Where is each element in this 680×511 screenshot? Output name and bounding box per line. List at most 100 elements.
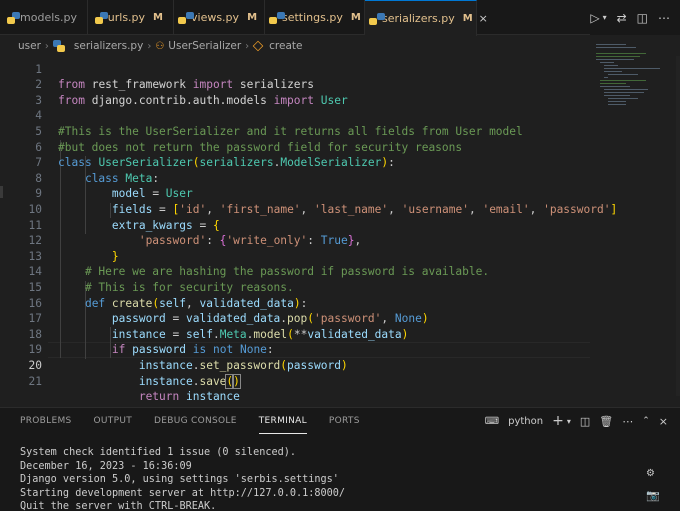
split-editor-icon[interactable]: ◫	[637, 11, 648, 25]
tab-views-py[interactable]: views.py M	[174, 0, 265, 35]
trash-icon[interactable]: 🗑	[599, 415, 613, 428]
minimap-line	[596, 56, 640, 58]
minimap-line	[600, 62, 614, 64]
minimap-line	[600, 86, 630, 88]
terminal-name[interactable]: python	[508, 416, 543, 427]
panel-tabs: PROBLEMS OUTPUT DEBUG CONSOLE TERMINAL P…	[20, 408, 360, 434]
split-terminal-icon[interactable]: ◫	[580, 415, 590, 428]
terminal-line: Django version 5.0, using settings 'serb…	[20, 474, 339, 485]
camera-icon[interactable]: 📷	[646, 489, 660, 502]
minimap-line	[604, 65, 618, 67]
more-actions-icon[interactable]: ⋯	[622, 415, 633, 428]
maximize-panel-icon[interactable]: ⌃	[642, 416, 650, 426]
editor-actions: ▷ ▾ ⇄ ◫ ⋯	[590, 0, 680, 35]
keyword: return	[138, 390, 180, 404]
terminal-line: Starting development server at http://12…	[20, 487, 346, 499]
modified-badge: M	[462, 13, 473, 24]
chevron-down-icon[interactable]: ▾	[603, 13, 607, 22]
close-tab-icon[interactable]: ×	[479, 12, 488, 25]
minimap-line	[604, 89, 648, 91]
terminal-line: System check identified 1 issue (0 silen…	[20, 447, 297, 458]
code-line: 13 # Here we are hashing the password if…	[0, 233, 590, 279]
code-line: 3	[0, 77, 590, 107]
close-panel-icon[interactable]: ×	[659, 415, 668, 428]
editor-scrollbar[interactable]	[676, 56, 680, 396]
modified-badge: M	[350, 12, 361, 23]
new-terminal-icon[interactable]: +	[552, 413, 564, 429]
code-line: 17 instance = self.Meta.model(**validate…	[0, 296, 590, 341]
minimap-line	[604, 77, 608, 79]
code-line: 11 'password': {'write_only': True},	[0, 202, 590, 248]
code-line: 6 class UserSerializer(serializers.Model…	[0, 124, 590, 170]
tab-serializers-py[interactable]: serializers.py M ×	[365, 0, 488, 36]
tab-label: urls.py	[107, 11, 146, 24]
minimap-line	[608, 104, 626, 106]
minimap-line	[604, 68, 660, 70]
minimap-line	[604, 95, 630, 97]
code-line: 15 def create(self, validated_data):	[0, 264, 590, 310]
tab-output[interactable]: OUTPUT	[94, 408, 132, 434]
tab-label: serializers.py	[382, 12, 455, 25]
tab-settings-py[interactable]: settings.py M	[265, 0, 365, 35]
tab-label: views.py	[191, 11, 240, 24]
code-line: 21 return instance	[0, 358, 590, 404]
minimap-line	[600, 80, 646, 82]
code-line: 12 }	[0, 218, 590, 263]
code-line: 8 model = User	[0, 155, 590, 201]
function-name: save	[199, 374, 227, 388]
code-line: 9 fields = ['id', 'first_name', 'last_na…	[0, 171, 617, 216]
minimap-line	[604, 71, 622, 73]
editor-tab-bar: models.py urls.py M views.py M settings.…	[0, 0, 680, 36]
variable: instance	[186, 390, 240, 404]
tab-urls-py[interactable]: urls.py M	[88, 0, 174, 35]
modified-badge: M	[247, 12, 258, 23]
code-line: 18 if password is not None:	[0, 311, 590, 357]
code-line: 16 password = validated_data.pop('passwo…	[0, 280, 590, 326]
tab-problems[interactable]: PROBLEMS	[20, 408, 72, 434]
code-line: 20 instance.save()	[0, 342, 590, 389]
tab-label: models.py	[20, 11, 77, 24]
compare-changes-icon[interactable]: ⇄	[617, 11, 627, 25]
terminal-line: December 16, 2023 - 16:36:09	[20, 460, 192, 472]
code-line: 14 # This is for security reasons.	[0, 249, 590, 294]
minimap-line	[608, 101, 626, 103]
chevron-down-icon[interactable]: ▾	[567, 417, 571, 426]
minimap-line	[596, 47, 636, 49]
panel-actions: ⌨ python + ▾ ◫ 🗑 ⋯ ⌃ ×	[485, 408, 668, 434]
minimap-line	[600, 83, 626, 85]
copilot-icon[interactable]: ⚙	[646, 468, 660, 479]
code-line: 7 class Meta:	[0, 140, 590, 185]
terminal-icon: ⌨	[484, 415, 500, 427]
minimap-line	[608, 74, 638, 76]
terminal-side-actions: ⚙ 📷	[646, 468, 660, 502]
run-icon[interactable]: ▷	[590, 11, 599, 25]
code-line: 10 extra_kwargs = {	[0, 186, 590, 232]
tab-ports[interactable]: PORTS	[329, 408, 360, 434]
python-file-icon	[95, 11, 108, 24]
more-actions-icon[interactable]: ⋯	[658, 11, 670, 25]
minimap[interactable]	[594, 42, 674, 112]
variable: instance	[138, 374, 193, 388]
minimap-line	[596, 44, 626, 46]
code-line: 1 from rest_framework import serializers	[0, 46, 590, 92]
terminal-line: Quit the server with CTRL-BREAK.	[20, 501, 217, 511]
minimap-line	[608, 98, 638, 100]
tab-terminal[interactable]: TERMINAL	[258, 408, 307, 434]
gutter-scroll-indicator	[0, 186, 3, 198]
code-editor[interactable]: 1 from rest_framework import serializers…	[0, 42, 680, 404]
tab-label: settings.py	[282, 11, 343, 24]
bottom-panel: PROBLEMS OUTPUT DEBUG CONSOLE TERMINAL P…	[0, 407, 680, 511]
python-file-icon	[6, 11, 21, 24]
minimap-line	[596, 59, 634, 61]
code-line: 2 from django.contrib.auth.models import…	[0, 62, 590, 107]
tab-models-py[interactable]: models.py	[0, 0, 88, 35]
modified-badge: M	[153, 12, 163, 23]
tab-debug-console[interactable]: DEBUG CONSOLE	[154, 408, 237, 434]
minimap-line	[596, 53, 646, 55]
line-number: 21	[28, 374, 42, 388]
terminal-output[interactable]: System check identified 1 issue (0 silen…	[20, 446, 345, 511]
code-line: 4 #This is the UserSerializer and it ret…	[0, 93, 590, 138]
code-line: 19 instance.set_password(password)	[0, 327, 590, 372]
minimap-line	[604, 92, 644, 94]
code-line: 5 #but does not return the password fiel…	[0, 108, 590, 154]
